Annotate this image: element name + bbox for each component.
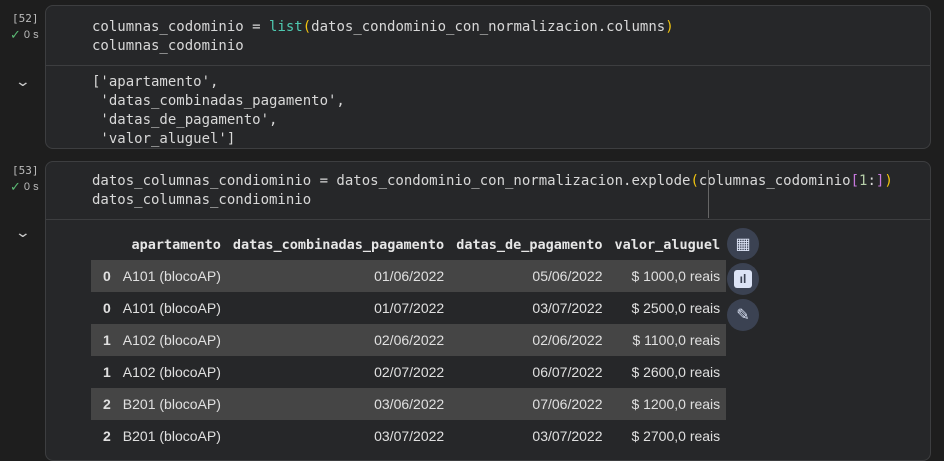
table-row: 1 A102 (blocoAP) 02/07/2022 06/07/2022 $ 260… <box>91 356 727 388</box>
row-index: 0 <box>91 260 117 292</box>
table-row: 0 A101 (blocoAP) 01/07/2022 03/07/2022 $ 250… <box>91 292 727 324</box>
datas-pagamento-cell: 06/07/2022 <box>450 356 609 388</box>
generate-code-button[interactable]: ✎ <box>727 299 759 331</box>
valor-aluguel-cell: $ 1000,0 reais <box>608 260 727 292</box>
code-token: list <box>269 19 303 35</box>
table-row: 2 B201 (blocoAP) 03/07/2022 03/07/2022 $ 270… <box>91 420 727 452</box>
column-header: valor_aluguel <box>614 236 721 253</box>
code-token: datos_condominio_con_normalizacion.colum… <box>311 19 666 35</box>
code-token: columnas_codominio = <box>92 19 270 35</box>
apartamento-cell: A101 (blocoAP) <box>116 292 227 324</box>
table-row: 2 B201 (blocoAP) 03/06/2022 07/06/2022 $ 120… <box>91 388 727 420</box>
cell-output: ['apartamento', 'datas_combinadas_pagame… <box>92 73 345 149</box>
cell-gutter-52: [52] ✓ 0 s ⌄ <box>0 0 45 150</box>
chart-icon: ıl <box>734 270 752 288</box>
code-cell-52[interactable]: columnas_codominio = list(datos_condomin… <box>45 5 931 149</box>
code-token: [ <box>850 173 860 189</box>
datas-combinadas-cell: 01/06/2022 <box>226 260 451 292</box>
datas-combinadas-cell: 02/06/2022 <box>226 324 451 356</box>
column-header <box>91 229 117 260</box>
code-token: : <box>867 173 876 189</box>
valor-aluguel-cell: $ 2600,0 reais <box>608 356 727 388</box>
apartamento-cell: B201 (blocoAP) <box>116 388 227 420</box>
code-token: datos_columnas_condiominio = datos_condo… <box>92 173 691 189</box>
datas-combinadas-cell: 02/07/2022 <box>226 356 451 388</box>
run-status: ✓ 0 s <box>10 27 39 43</box>
datas-combinadas-cell: 01/07/2022 <box>226 292 451 324</box>
code-token: ( <box>690 173 699 189</box>
valor-aluguel-cell: $ 2500,0 reais <box>608 292 727 324</box>
table-row: 1 A102 (blocoAP) 02/06/2022 02/06/2022 $ 110… <box>91 324 727 356</box>
execution-count: [53] <box>12 164 39 177</box>
row-index: 1 <box>91 324 117 356</box>
row-index: 2 <box>91 420 117 452</box>
code-token: datos_columnas_condiominio <box>92 192 312 208</box>
output-divider <box>46 219 930 220</box>
column-header: apartamento <box>131 236 221 253</box>
run-time: 0 s <box>23 181 39 193</box>
output-divider <box>46 65 930 66</box>
row-index: 0 <box>91 292 117 324</box>
code-token: ) <box>665 19 674 35</box>
datas-pagamento-cell: 03/07/2022 <box>450 292 609 324</box>
datas-pagamento-cell: 03/07/2022 <box>450 420 609 452</box>
output-line: 'datas_combinadas_pagamento', <box>92 93 345 109</box>
cell-gutter-53: [53] ✓ 0 s ⌄ <box>0 160 45 446</box>
execution-count: [52] <box>12 12 39 25</box>
run-status: ✓ 0 s <box>10 179 39 195</box>
output-line: 'valor_aluguel'] <box>92 131 236 147</box>
check-icon: ✓ <box>10 179 21 194</box>
code-editor[interactable]: datos_columnas_condiominio = datos_condo… <box>92 172 893 210</box>
output-line: 'datas_de_pagamento', <box>92 112 278 128</box>
table-icon: ▦ <box>735 236 751 253</box>
datas-pagamento-cell: 07/06/2022 <box>450 388 609 420</box>
datas-combinadas-cell: 03/06/2022 <box>226 388 451 420</box>
code-token: ( <box>302 19 312 35</box>
valor-aluguel-cell: $ 1100,0 reais <box>608 324 727 356</box>
table-header-row: apartamento datas_combinadas_pagamento d… <box>91 229 726 260</box>
column-header: datas_combinadas_pagamento <box>232 236 445 253</box>
valor-aluguel-cell: $ 2700,0 reais <box>608 420 727 452</box>
apartamento-cell: A102 (blocoAP) <box>116 324 227 356</box>
convert-to-interactive-table-button[interactable]: ▦ <box>727 228 759 260</box>
dataframe-table: apartamento datas_combinadas_pagamento d… <box>91 229 727 452</box>
column-header: datas_de_pagamento <box>456 236 603 253</box>
datas-combinadas-cell: 03/07/2022 <box>226 420 451 452</box>
code-token: ) <box>884 173 893 189</box>
collapse-output-chevron-icon[interactable]: ⌄ <box>15 224 31 241</box>
apartamento-cell: A102 (blocoAP) <box>116 356 227 388</box>
output-line: ['apartamento', <box>92 74 219 90</box>
collapse-output-chevron-icon[interactable]: ⌄ <box>15 73 31 90</box>
datas-pagamento-cell: 02/06/2022 <box>450 324 609 356</box>
text-cursor <box>708 170 709 218</box>
code-token: columnas_codominio <box>698 173 851 189</box>
row-index: 1 <box>91 356 117 388</box>
code-token: columnas_codominio <box>92 38 244 54</box>
row-index: 2 <box>91 388 117 420</box>
apartamento-cell: A101 (blocoAP) <box>116 260 227 292</box>
magic-edit-icon: ✎ <box>736 307 750 324</box>
apartamento-cell: B201 (blocoAP) <box>116 420 227 452</box>
suggest-charts-button[interactable]: ıl <box>727 263 759 295</box>
datas-pagamento-cell: 05/06/2022 <box>450 260 609 292</box>
check-icon: ✓ <box>10 27 21 42</box>
code-cell-53[interactable]: datos_columnas_condiominio = datos_condo… <box>45 161 931 461</box>
table-row: 0 A101 (blocoAP) 01/06/2022 05/06/2022 $ 100… <box>91 260 727 292</box>
run-time: 0 s <box>23 29 39 41</box>
valor-aluguel-cell: $ 1200,0 reais <box>608 388 727 420</box>
code-editor[interactable]: columnas_codominio = list(datos_condomin… <box>92 18 674 56</box>
